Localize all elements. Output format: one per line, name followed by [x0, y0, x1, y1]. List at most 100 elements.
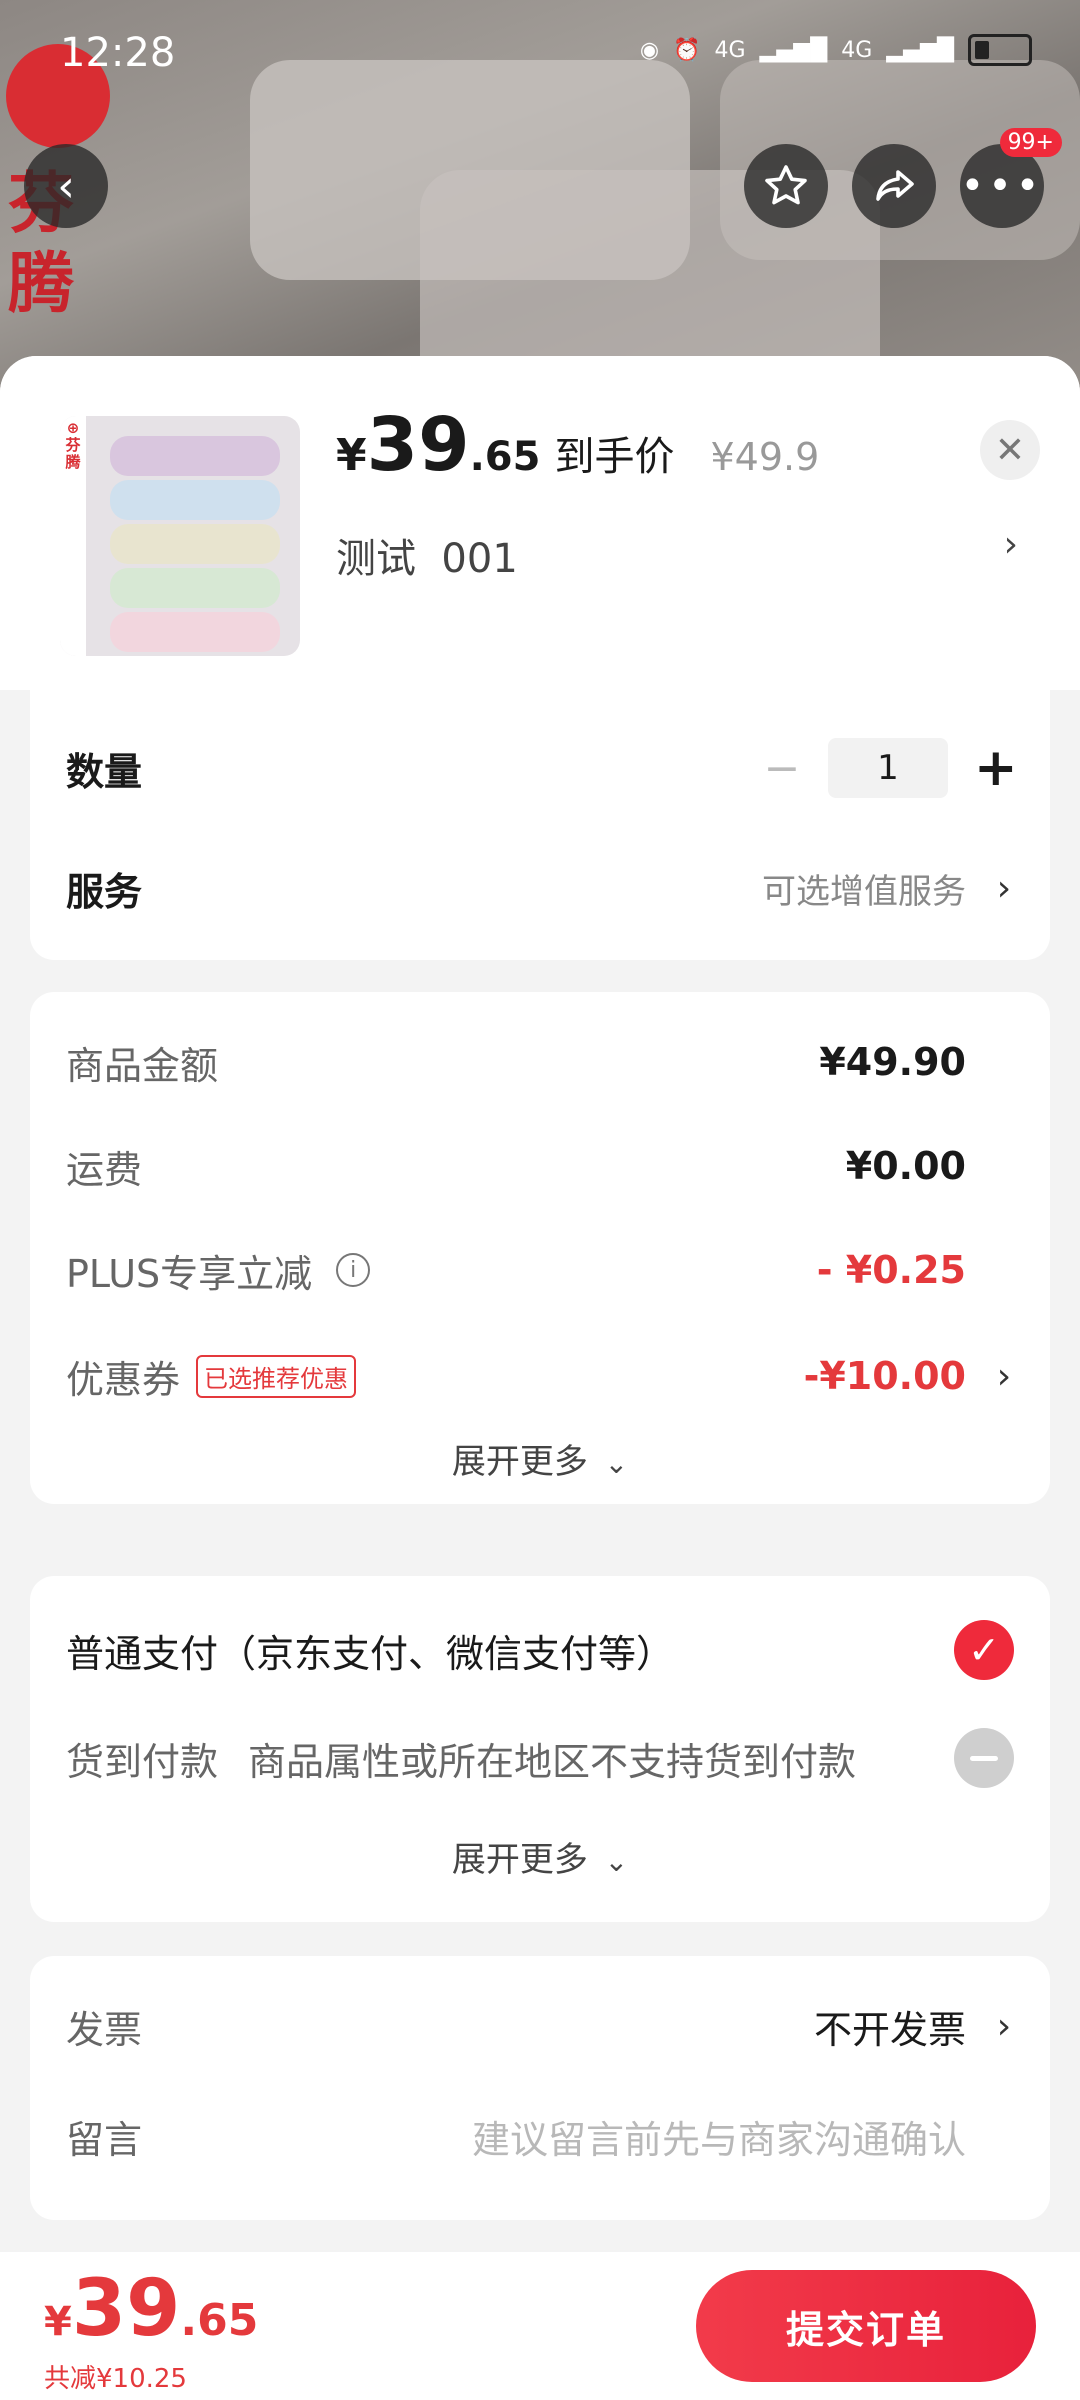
invoice-row[interactable]: 发票 不开发票 ›	[66, 1986, 1014, 2066]
coupon-value: -¥10.00	[803, 1354, 966, 1398]
checkout-bar: ¥ 39 .65 共减¥10.25 提交订单	[0, 2252, 1080, 2400]
thumbnail-item	[110, 612, 280, 652]
coupon-tag: 已选推荐优惠	[196, 1354, 357, 1398]
service-value: 可选增值服务	[762, 871, 966, 912]
shipping-label: 运费	[66, 1147, 143, 1192]
plus-icon[interactable]: +	[974, 738, 1018, 798]
cost-card: 商品金额 ¥49.90 运费 ¥0.00 PLUS专享立减 i - ¥0.25	[30, 992, 1050, 1372]
thumbnail-item	[110, 436, 280, 476]
chevron-right-icon: ›	[996, 1355, 1012, 1397]
payment-cod-note: 商品属性或所在地区不支持货到付款	[248, 1739, 857, 1784]
product-thumbnail[interactable]: ⊕ 芬腾	[60, 416, 300, 656]
checkmark-icon[interactable]: ✓	[954, 1620, 1014, 1680]
chevron-left-icon: ‹	[57, 160, 75, 212]
chevron-right-icon: ›	[996, 867, 1012, 909]
thumbnail-item	[110, 568, 280, 608]
quantity-stepper: − 1 +	[762, 738, 1018, 798]
product-header: ⊕ 芬腾 ¥ 39 .65 到手价 ¥49.9 ✕ 测试 001 ›	[0, 356, 1080, 690]
currency-symbol: ¥	[44, 2299, 72, 2345]
total-price: ¥ 39 .65	[44, 2270, 258, 2348]
payment-normal-check-group: ✓	[954, 1620, 1014, 1680]
goods-amount-value: ¥49.90	[819, 1040, 966, 1084]
signal-label: 4G	[714, 37, 746, 63]
payment-cod-label: 货到付款	[66, 1739, 219, 1784]
expand-label: 展开更多	[451, 1840, 588, 1880]
payment-cod-check-group	[954, 1728, 1014, 1788]
expand-label: 展开更多	[451, 1442, 588, 1482]
order-sheet: ⊕ 芬腾 ¥ 39 .65 到手价 ¥49.9 ✕ 测试 001 › 数量 − 1…	[0, 356, 1080, 2400]
goods-amount-group: ¥49.90	[819, 1040, 1014, 1084]
price-label: 到手价	[554, 434, 675, 480]
service-label: 服务	[66, 869, 143, 914]
total-saved: 共减¥10.25	[44, 2364, 187, 2394]
invoice-value: 不开发票	[813, 2007, 966, 2052]
back-button[interactable]: ‹	[24, 144, 108, 228]
more-button[interactable]: ••• 99+	[960, 128, 1062, 228]
close-icon: ✕	[994, 429, 1026, 471]
thumbnail-item	[110, 480, 280, 520]
payment-card: 普通支付（京东支付、微信支付等） ✓ 货到付款 商品属性或所在地区不支持货到付款…	[30, 1576, 1050, 1922]
chevron-right-icon[interactable]: ›	[1004, 524, 1018, 565]
signal-icon: ▂▄▆█	[759, 37, 828, 63]
signal-label: 4G	[841, 37, 873, 63]
shipping-value: ¥0.00	[845, 1144, 966, 1188]
quantity-row: 数量 − 1 +	[66, 728, 1018, 808]
expand-more-costs[interactable]: 展开更多 ⌄	[30, 1434, 1050, 1483]
chevron-right-icon: ›	[996, 2005, 1012, 2047]
shipping-row: 运费 ¥0.00	[66, 1126, 1014, 1206]
payment-normal-row[interactable]: 普通支付（京东支付、微信支付等） ✓	[66, 1610, 1014, 1690]
status-icons: ◉ ⏰ 4G ▂▄▆█ 4G ▂▄▆█	[640, 34, 1032, 66]
total-integer: 39	[71, 2264, 181, 2354]
invoice-value-group: 不开发票 ›	[814, 1999, 1014, 2054]
total-decimal: .65	[180, 2295, 259, 2346]
brand-char: 腾	[8, 245, 74, 322]
expand-more-payment[interactable]: 展开更多 ⌄	[30, 1832, 1050, 1881]
signal-icon: ▂▄▆█	[886, 37, 954, 63]
notification-badge: 99+	[999, 128, 1062, 157]
battery-icon	[968, 34, 1032, 66]
goods-amount-row: 商品金额 ¥49.90	[66, 1022, 1014, 1102]
message-row[interactable]: 留言 建议留言前先与商家沟通确认	[66, 2096, 1014, 2176]
info-icon[interactable]: i	[336, 1253, 371, 1287]
minus-icon[interactable]: −	[762, 743, 802, 794]
coupon-row[interactable]: 优惠券 已选推荐优惠 -¥10.00 ›	[66, 1336, 1014, 1416]
price-decimal: .65	[469, 434, 541, 480]
plus-discount-value: - ¥0.25	[816, 1248, 966, 1292]
plus-discount-label: PLUS专享立减	[66, 1251, 313, 1296]
chevron-down-icon: ⌄	[604, 1447, 629, 1480]
service-value-group: 可选增值服务 ›	[762, 864, 1014, 913]
disabled-radio-icon	[954, 1728, 1014, 1788]
thumbnail-brand-logo: ⊕ 芬腾	[65, 419, 81, 471]
share-button[interactable]	[852, 144, 936, 228]
message-label: 留言	[66, 2117, 143, 2162]
star-icon	[765, 165, 807, 205]
service-row[interactable]: 服务 可选增值服务 ›	[66, 848, 1014, 928]
currency-symbol: ¥	[336, 430, 367, 481]
price-line: ¥ 39 .65 到手价 ¥49.9	[336, 408, 819, 482]
goods-amount-label: 商品金额	[66, 1043, 219, 1088]
price-integer: 39	[366, 402, 470, 488]
cost-card-bottom: 优惠券 已选推荐优惠 -¥10.00 › 展开更多 ⌄	[30, 1336, 1050, 1504]
quantity-service-card: 数量 − 1 + 服务 可选增值服务 ›	[30, 690, 1050, 960]
status-time: 12:28	[60, 30, 176, 76]
alarm-icon: ⏰	[673, 37, 701, 63]
selected-spec[interactable]: 测试 001	[336, 526, 518, 584]
close-button[interactable]: ✕	[980, 420, 1040, 480]
share-icon	[876, 170, 914, 201]
invoice-label: 发票	[66, 2007, 143, 2052]
original-price: ¥49.9	[710, 435, 820, 479]
favorite-button[interactable]	[744, 144, 828, 228]
shipping-group: ¥0.00	[846, 1144, 1014, 1188]
eye-icon: ◉	[639, 37, 660, 63]
submit-order-button[interactable]: 提交订单	[696, 2270, 1036, 2382]
plus-discount-row: PLUS专享立减 i - ¥0.25	[66, 1230, 1014, 1310]
plus-discount-group: - ¥0.25	[817, 1248, 1014, 1292]
coupon-value-group: -¥10.00 ›	[804, 1354, 1014, 1398]
chevron-down-icon: ⌄	[604, 1845, 629, 1878]
more-icon: •••	[960, 163, 1044, 209]
message-input[interactable]: 建议留言前先与商家沟通确认	[472, 2109, 966, 2164]
quantity-label: 数量	[66, 749, 143, 794]
payment-normal-label: 普通支付（京东支付、微信支付等）	[66, 1631, 675, 1676]
payment-cod-row: 货到付款 商品属性或所在地区不支持货到付款	[66, 1718, 1014, 1798]
quantity-input[interactable]: 1	[828, 738, 948, 798]
